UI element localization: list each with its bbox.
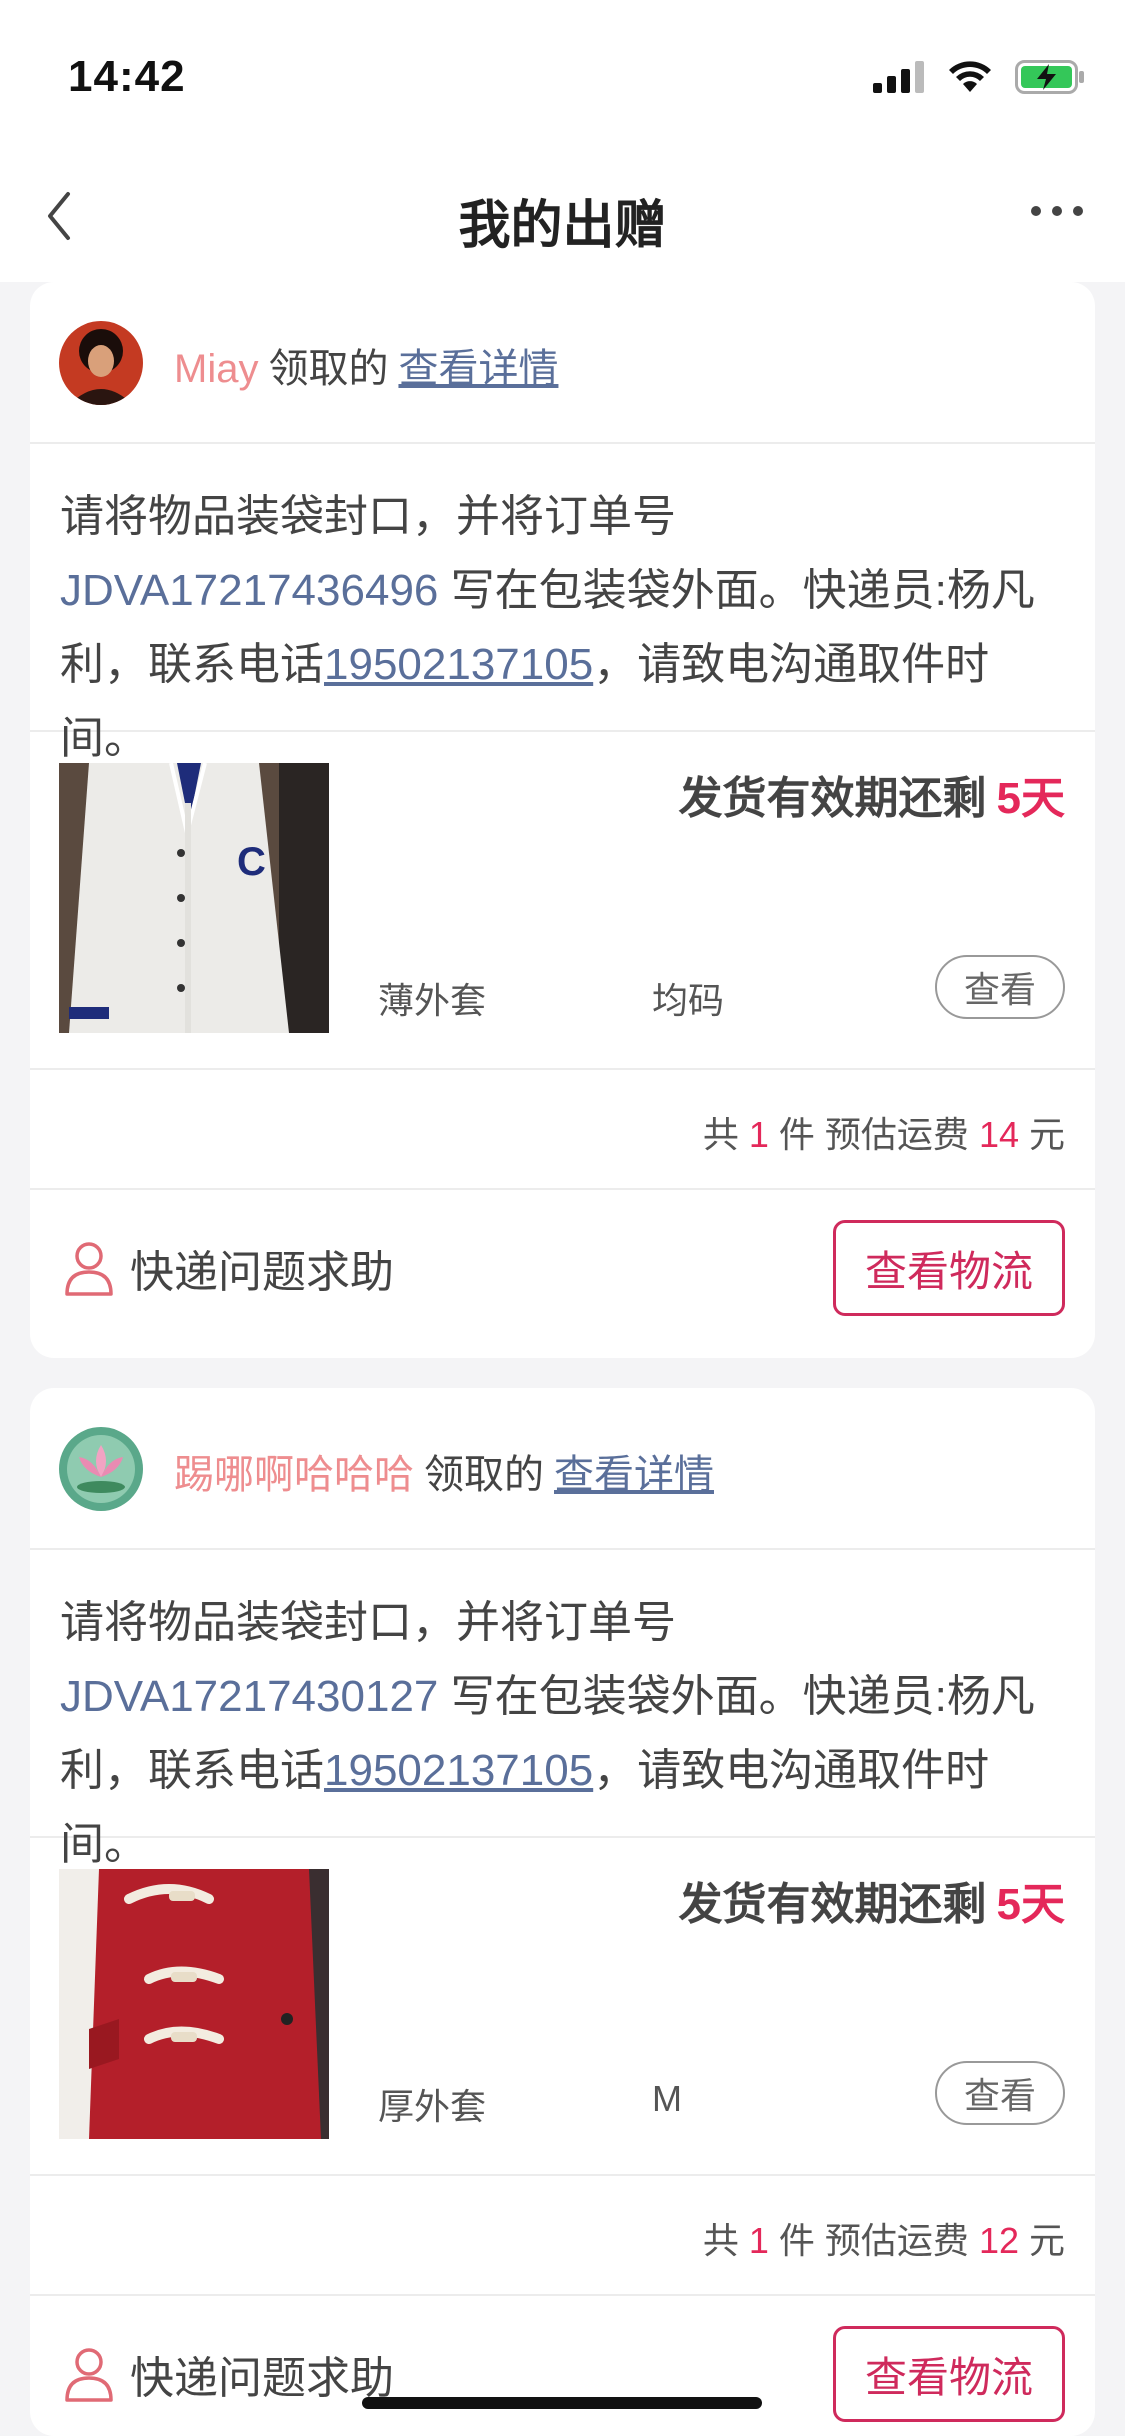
received-text: 领取的 (268, 347, 389, 391)
order-number: JDVA17217430127 (60, 1672, 439, 1721)
page-title: 我的出赠 (458, 197, 667, 255)
fee-unit: 元 (1028, 2220, 1065, 2261)
courier-help[interactable]: 快递问题求助 (64, 1236, 394, 1300)
item-type: 厚外套 (378, 2086, 487, 2127)
summary-count-unit: 件 预估运费 (778, 2220, 969, 2261)
shipping-deadline: 发货有效期还剩 5天 (679, 1868, 1065, 1932)
view-item-button[interactable]: 查看 (935, 2061, 1065, 2125)
shipping-deadline: 发货有效期还剩 5天 (679, 762, 1065, 826)
order-number: JDVA17217436496 (60, 566, 439, 615)
item-count: 1 (748, 1114, 769, 1155)
item-size: M (652, 2078, 682, 2119)
card-footer: 快递问题求助 查看物流 (30, 1190, 1095, 1358)
card-footer: 快递问题求助 查看物流 (30, 2296, 1095, 2436)
card-header: 踢哪啊哈哈哈 领取的 查看详情 (30, 1388, 1095, 1550)
card-header-text: Miay 领取的 查看详情 (174, 336, 558, 394)
view-logistics-button[interactable]: 查看物流 (833, 1220, 1065, 1316)
item-thumbnail[interactable] (59, 1869, 329, 2139)
order-card: Miay 领取的 查看详情 请将物品装袋封口，并将订单号 JDVA172174364… (30, 282, 1095, 1358)
view-logistics-button[interactable]: 查看物流 (833, 2326, 1065, 2422)
item-row: 发货有效期还剩 5天 厚外套 M 查看 (30, 1838, 1095, 2176)
signal-icon (873, 61, 924, 93)
deadline-label: 发货有效期还剩 (678, 1880, 987, 1929)
card-header: Miay 领取的 查看详情 (30, 282, 1095, 444)
item-count: 1 (748, 2220, 769, 2261)
summary-prefix: 共 (702, 2220, 739, 2261)
item-thumbnail[interactable]: C (59, 763, 329, 1033)
deadline-label: 发货有效期还剩 (678, 774, 987, 823)
view-item-button[interactable]: 查看 (935, 955, 1065, 1019)
view-details-link[interactable]: 查看详情 (554, 1453, 714, 1497)
svg-text:C: C (237, 840, 266, 884)
shipping-fee: 12 (978, 2220, 1019, 2261)
avatar[interactable] (59, 1427, 143, 1511)
username[interactable]: 踢哪啊哈哈哈 (174, 1453, 414, 1497)
view-details-link[interactable]: 查看详情 (398, 347, 558, 391)
deadline-days: 5天 (996, 1880, 1065, 1929)
more-dots-icon[interactable] (1031, 206, 1083, 216)
message-prefix: 请将物品装袋封口，并将订单号 (60, 1598, 676, 1647)
received-text: 领取的 (424, 1453, 544, 1497)
battery-charging-icon (1015, 60, 1084, 94)
username[interactable]: Miay (174, 347, 258, 391)
item-type: 薄外套 (378, 980, 487, 1021)
courier-help[interactable]: 快递问题求助 (64, 2342, 394, 2406)
order-summary: 共1件 预估运费 14 元 (30, 1070, 1095, 1190)
summary-prefix: 共 (702, 1114, 739, 1155)
shipping-instructions: 请将物品装袋封口，并将订单号 JDVA17217436496 写在包装袋外面。快… (30, 444, 1095, 763)
order-summary: 共1件 预估运费 12 元 (30, 2176, 1095, 2296)
summary-text: 共1件 预估运费 12 元 (703, 2212, 1065, 2264)
deadline-days: 5天 (996, 774, 1065, 823)
item-size: 均码 (652, 980, 725, 1021)
message-prefix: 请将物品装袋封口，并将订单号 (60, 492, 676, 541)
item-row: C 发货有效期还剩 5天 薄外套 均码 查看 (30, 732, 1095, 1070)
courier-help-label: 快递问题求助 (130, 1248, 394, 1297)
shipping-instructions: 请将物品装袋封口，并将订单号 JDVA17217430127 写在包装袋外面。快… (30, 1550, 1095, 1869)
person-icon (65, 1242, 113, 1296)
summary-count-unit: 件 预估运费 (778, 1114, 969, 1155)
home-indicator[interactable] (362, 2397, 762, 2409)
shipping-fee: 14 (978, 1114, 1019, 1155)
courier-phone-link[interactable]: 19502137105 (324, 640, 593, 689)
nav-bar: 我的出赠 (0, 150, 1125, 282)
status-icons (873, 60, 1085, 94)
card-header-text: 踢哪啊哈哈哈 领取的 查看详情 (174, 1442, 714, 1500)
person-icon (65, 2348, 113, 2402)
avatar[interactable] (59, 321, 143, 405)
order-card: 踢哪啊哈哈哈 领取的 查看详情 请将物品装袋封口，并将订单号 JDVA1721743… (30, 1388, 1095, 2436)
wifi-icon (949, 61, 991, 92)
fee-unit: 元 (1028, 1114, 1065, 1155)
courier-help-label: 快递问题求助 (130, 2354, 394, 2403)
status-bar: 14:42 (0, 0, 1125, 150)
status-time: 14:42 (68, 52, 186, 101)
summary-text: 共1件 预估运费 14 元 (703, 1106, 1065, 1158)
courier-phone-link[interactable]: 19502137105 (324, 1746, 593, 1795)
